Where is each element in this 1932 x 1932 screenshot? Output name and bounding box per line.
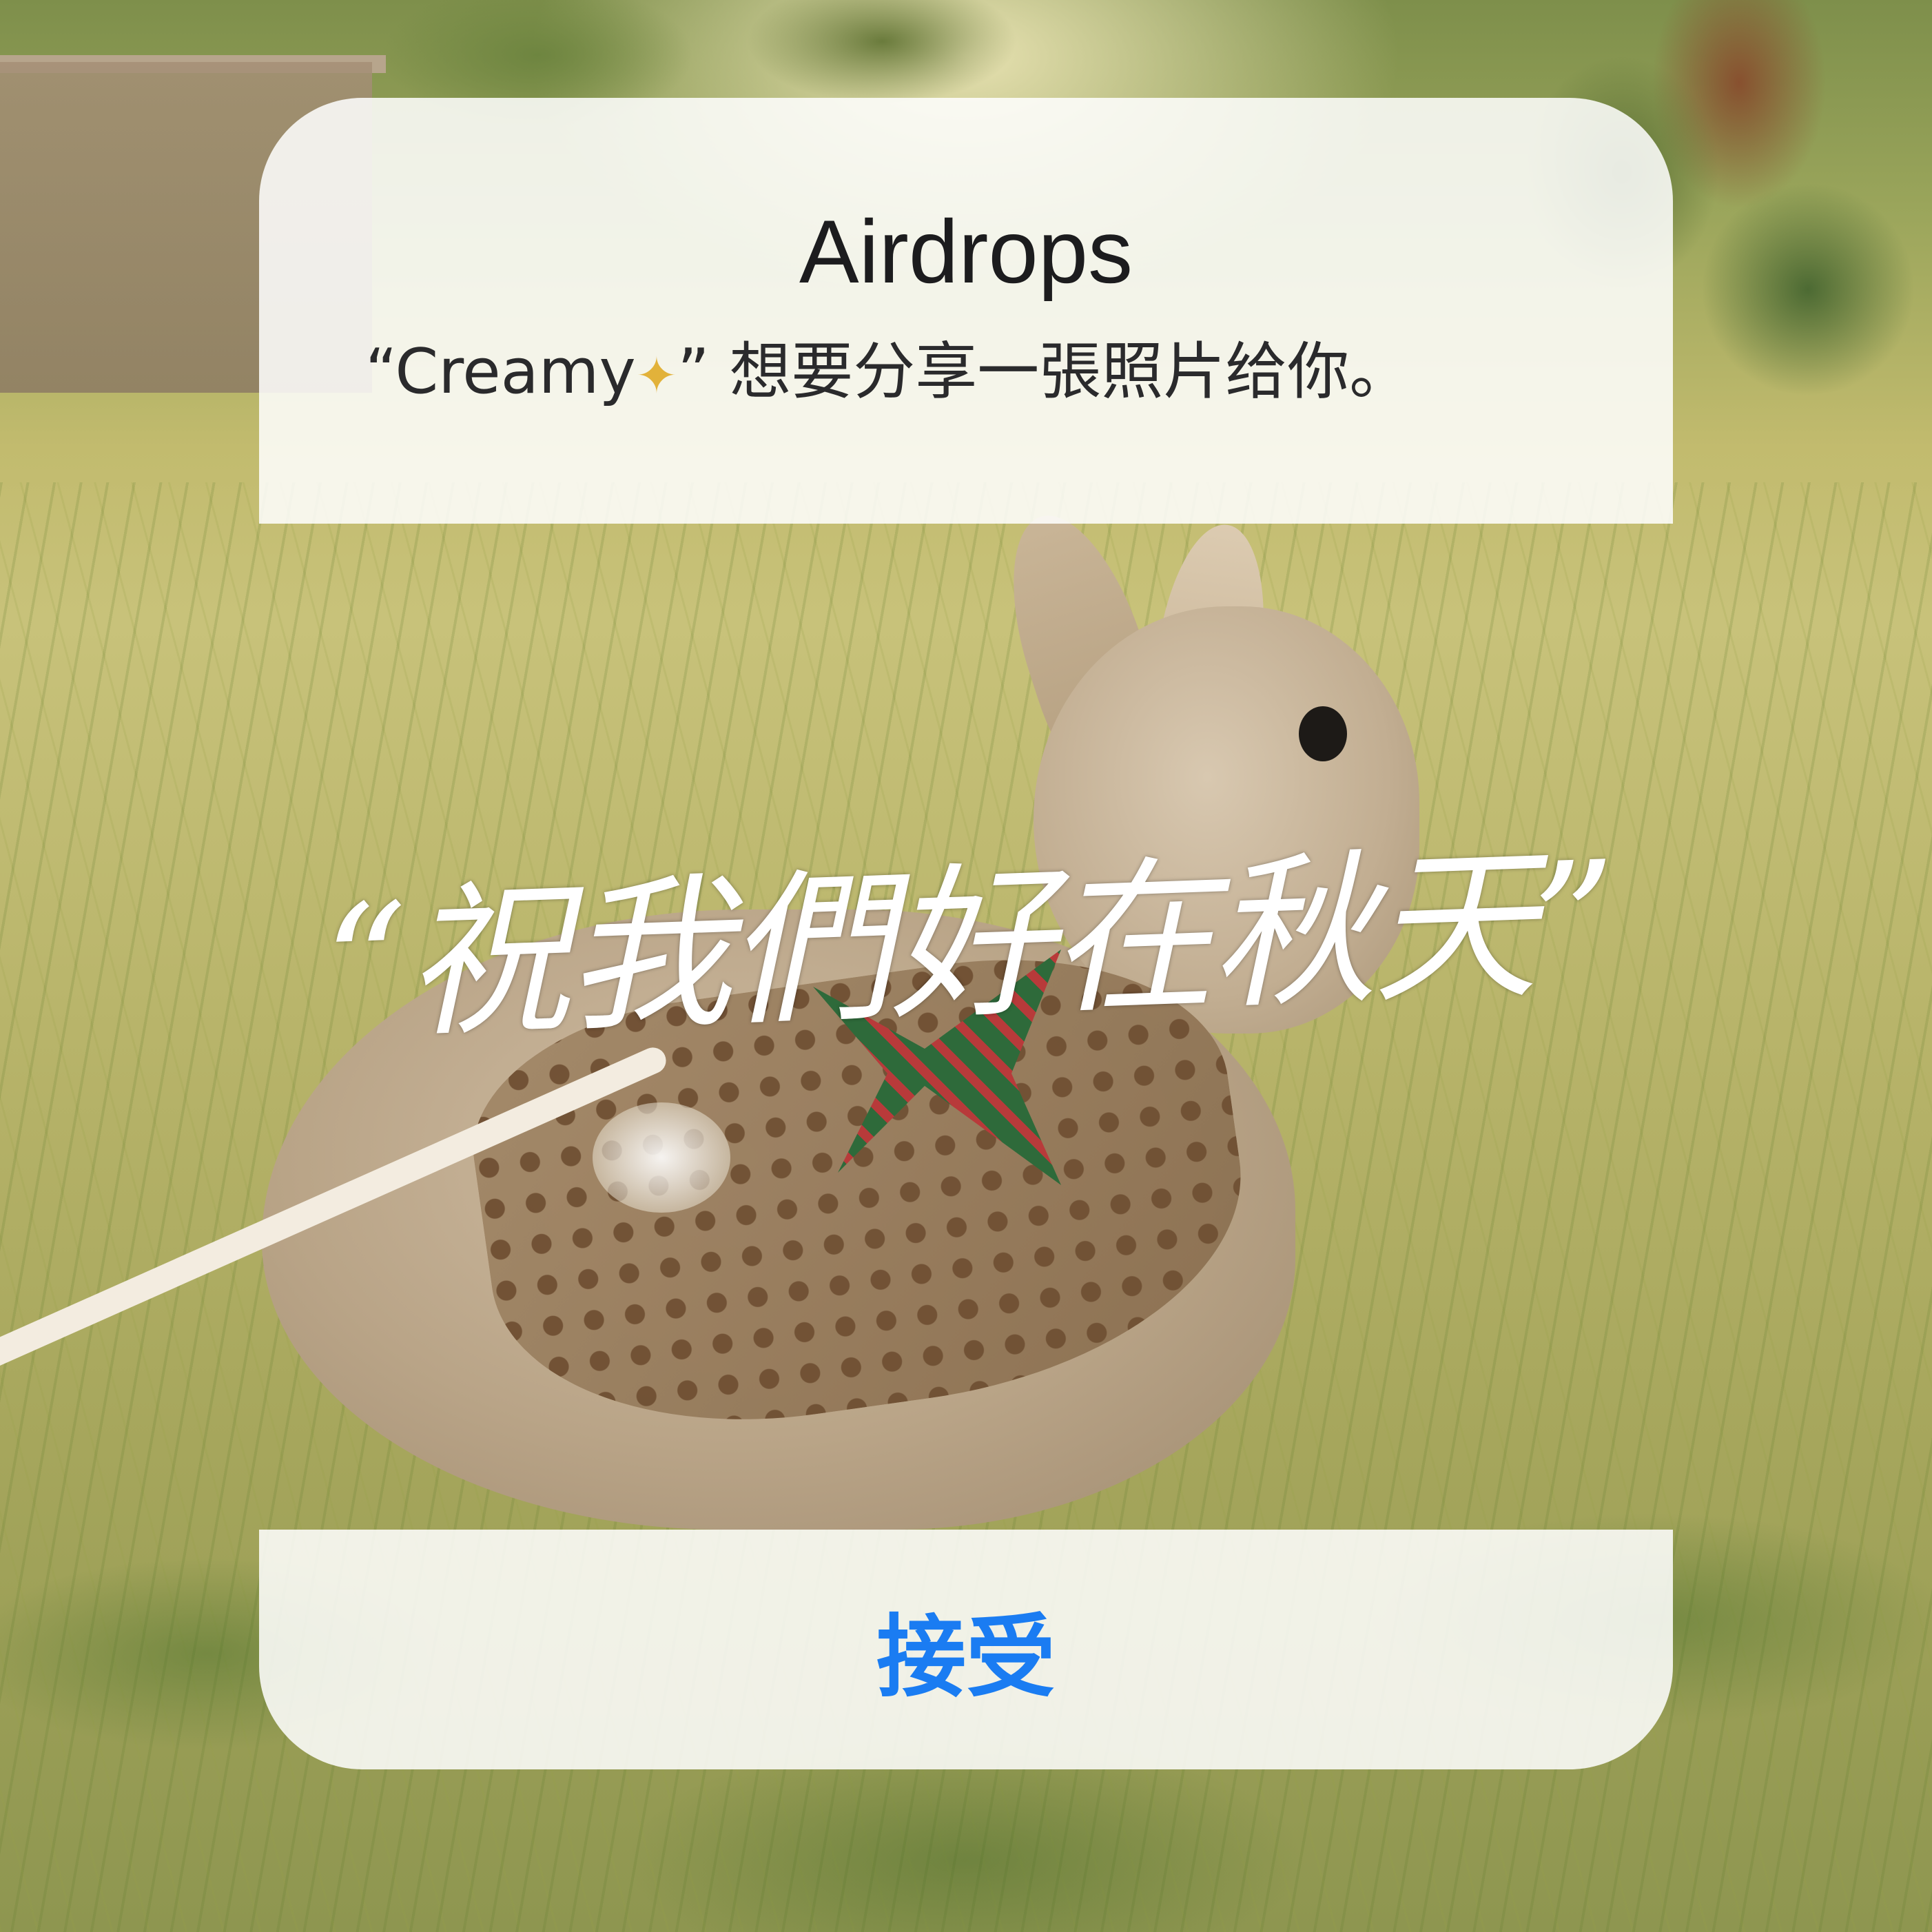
dizzy-star-icon: ✦	[635, 347, 678, 405]
dialog-message: “Creamy✦” 想要分享一張照片给你。	[365, 327, 1674, 420]
accept-button[interactable]: 接受	[259, 1530, 1673, 1769]
message-text: ” 想要分享一張照片给你。	[677, 336, 1412, 408]
handwritten-caption: “祝我們好在秋天”	[320, 825, 1616, 1064]
message-sender: “Creamy	[365, 336, 636, 408]
airdrop-dialog-header	[259, 98, 1673, 524]
dialog-title: Airdrops	[799, 201, 1133, 302]
harness-bow	[593, 1102, 730, 1213]
rabbit-eye	[1299, 706, 1347, 761]
